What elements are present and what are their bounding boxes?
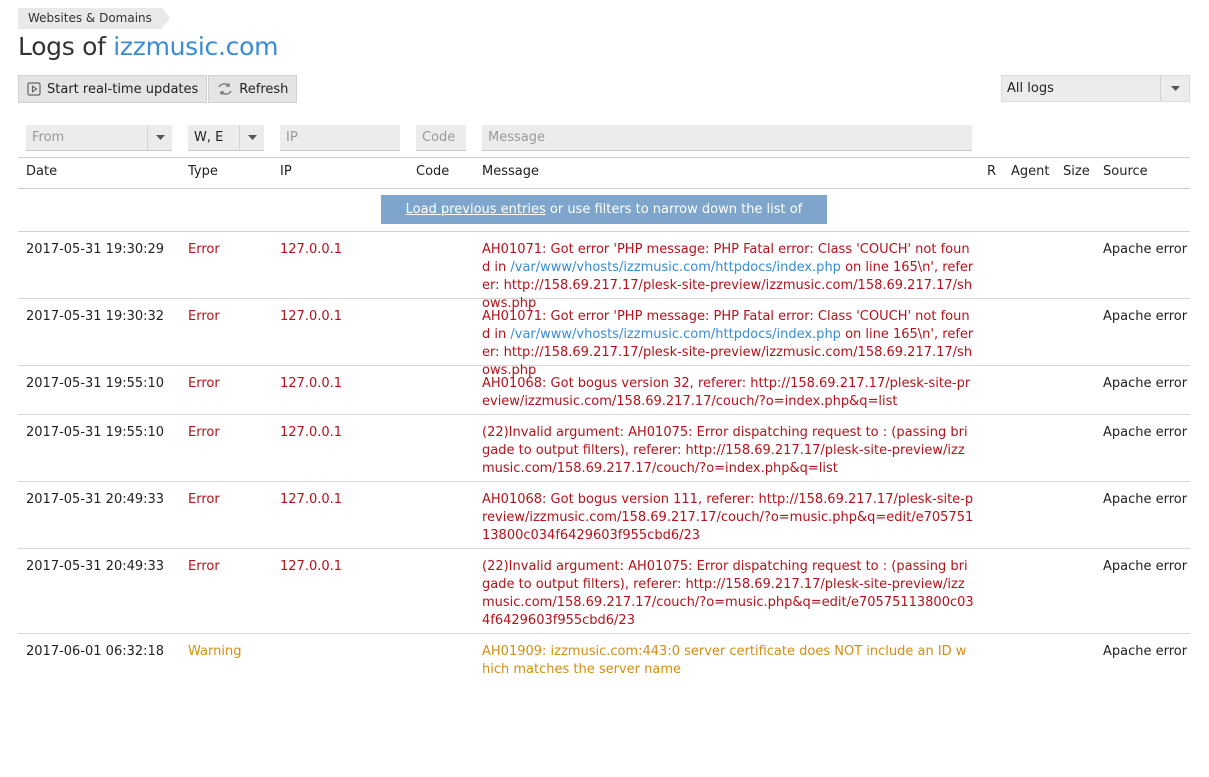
code-filter-placeholder: Code <box>422 130 456 145</box>
row-date: 2017-05-31 20:49:33 <box>26 559 165 574</box>
table-row: 2017-05-31 19:55:10 Error 127.0.0.1 AH01… <box>18 365 1190 415</box>
column-header-source[interactable]: Source <box>1103 164 1148 179</box>
row-ip: 127.0.0.1 <box>280 492 343 507</box>
page-title-prefix: Logs of <box>18 32 106 61</box>
row-source: Apache error <box>1103 242 1188 257</box>
row-type: Error <box>188 376 220 391</box>
row-source: Apache error <box>1103 376 1188 391</box>
header-top-divider <box>18 157 1190 158</box>
chevron-down-icon <box>1160 76 1189 101</box>
load-previous-entries-bar: Load previous entries or use filters to … <box>381 195 827 246</box>
row-ip: 127.0.0.1 <box>280 242 343 257</box>
row-source: Apache error <box>1103 559 1188 574</box>
breadcrumb[interactable]: Websites & Domains <box>18 8 170 29</box>
column-header-agent[interactable]: Agent <box>1011 164 1049 179</box>
row-date: 2017-05-31 19:30:29 <box>26 242 165 257</box>
row-ip: 127.0.0.1 <box>280 559 343 574</box>
type-filter[interactable]: W, E <box>188 125 264 151</box>
row-type: Error <box>188 492 220 507</box>
load-previous-entries-link[interactable]: Load previous entries <box>406 202 546 217</box>
start-realtime-updates-label: Start real-time updates <box>47 81 199 97</box>
table-row: 2017-05-31 20:49:33 Error 127.0.0.1 (22)… <box>18 548 1190 634</box>
row-type: Error <box>188 425 220 440</box>
row-message-file-link[interactable]: /var/www/vhosts/izzmusic.com/httpdocs/in… <box>510 260 841 275</box>
header-bottom-divider <box>18 188 1190 189</box>
ip-filter-input[interactable]: IP <box>280 125 400 151</box>
log-type-value: All logs <box>1007 81 1054 96</box>
start-realtime-updates-button[interactable]: Start real-time updates <box>18 75 208 103</box>
row-type: Warning <box>188 644 242 659</box>
toolbar: Start real-time updates Refresh <box>18 75 298 103</box>
chevron-down-icon <box>147 125 172 150</box>
row-message-file-link[interactable]: /var/www/vhosts/izzmusic.com/httpdocs/in… <box>510 327 841 342</box>
message-filter-placeholder: Message <box>488 130 545 145</box>
row-date: 2017-05-31 19:55:10 <box>26 376 165 391</box>
refresh-label: Refresh <box>239 81 289 97</box>
message-filter-input[interactable]: Message <box>482 125 972 151</box>
refresh-icon <box>218 83 232 95</box>
ip-filter-placeholder: IP <box>286 130 298 145</box>
row-type: Error <box>188 309 220 324</box>
row-ip: 127.0.0.1 <box>280 425 343 440</box>
row-type: Error <box>188 559 220 574</box>
page-title: Logs of izzmusic.com <box>18 32 278 61</box>
column-header-code[interactable]: Code <box>416 164 449 179</box>
row-date: 2017-05-31 19:55:10 <box>26 425 165 440</box>
row-source: Apache error <box>1103 644 1188 659</box>
code-filter-input[interactable]: Code <box>416 125 466 151</box>
row-ip: 127.0.0.1 <box>280 309 343 324</box>
row-date: 2017-05-31 20:49:33 <box>26 492 165 507</box>
row-message: (22)Invalid argument: AH01075: Error dis… <box>482 559 974 628</box>
row-message: AH01068: Got bogus version 32, referer: … <box>482 376 971 409</box>
column-header-message[interactable]: Message <box>482 164 539 179</box>
row-message: AH01068: Got bogus version 111, referer:… <box>482 492 974 543</box>
row-date: 2017-06-01 06:32:18 <box>26 644 165 659</box>
table-row: 2017-05-31 19:30:32 Error 127.0.0.1 AH01… <box>18 298 1190 378</box>
row-ip: 127.0.0.1 <box>280 376 343 391</box>
chevron-down-icon <box>239 125 264 150</box>
row-source: Apache error <box>1103 425 1188 440</box>
play-icon <box>27 82 41 96</box>
log-type-select[interactable]: All logs <box>1001 75 1190 102</box>
row-type: Error <box>188 242 220 257</box>
column-header-r[interactable]: R <box>987 164 996 179</box>
row-source: Apache error <box>1103 492 1188 507</box>
refresh-button[interactable]: Refresh <box>208 75 298 103</box>
row-date: 2017-05-31 19:30:32 <box>26 309 165 324</box>
page-title-domain[interactable]: izzmusic.com <box>113 32 278 61</box>
table-row: 2017-05-31 20:49:33 Error 127.0.0.1 AH01… <box>18 481 1190 549</box>
type-filter-value: W, E <box>194 130 224 145</box>
row-message: AH01909: izzmusic.com:443:0 server certi… <box>482 644 967 677</box>
column-header-ip[interactable]: IP <box>280 164 292 179</box>
from-date-placeholder: From <box>32 130 65 145</box>
column-header-size[interactable]: Size <box>1063 164 1090 179</box>
column-header-type[interactable]: Type <box>188 164 218 179</box>
row-source: Apache error <box>1103 309 1188 324</box>
table-row: 2017-05-31 19:55:10 Error 127.0.0.1 (22)… <box>18 414 1190 482</box>
from-date-filter[interactable]: From <box>26 125 172 151</box>
table-row: 2017-06-01 06:32:18 Warning AH01909: izz… <box>18 633 1190 682</box>
table-row: 2017-05-31 19:30:29 Error 127.0.0.1 AH01… <box>18 231 1190 311</box>
column-header-date[interactable]: Date <box>26 164 57 179</box>
row-message: (22)Invalid argument: AH01075: Error dis… <box>482 425 968 476</box>
